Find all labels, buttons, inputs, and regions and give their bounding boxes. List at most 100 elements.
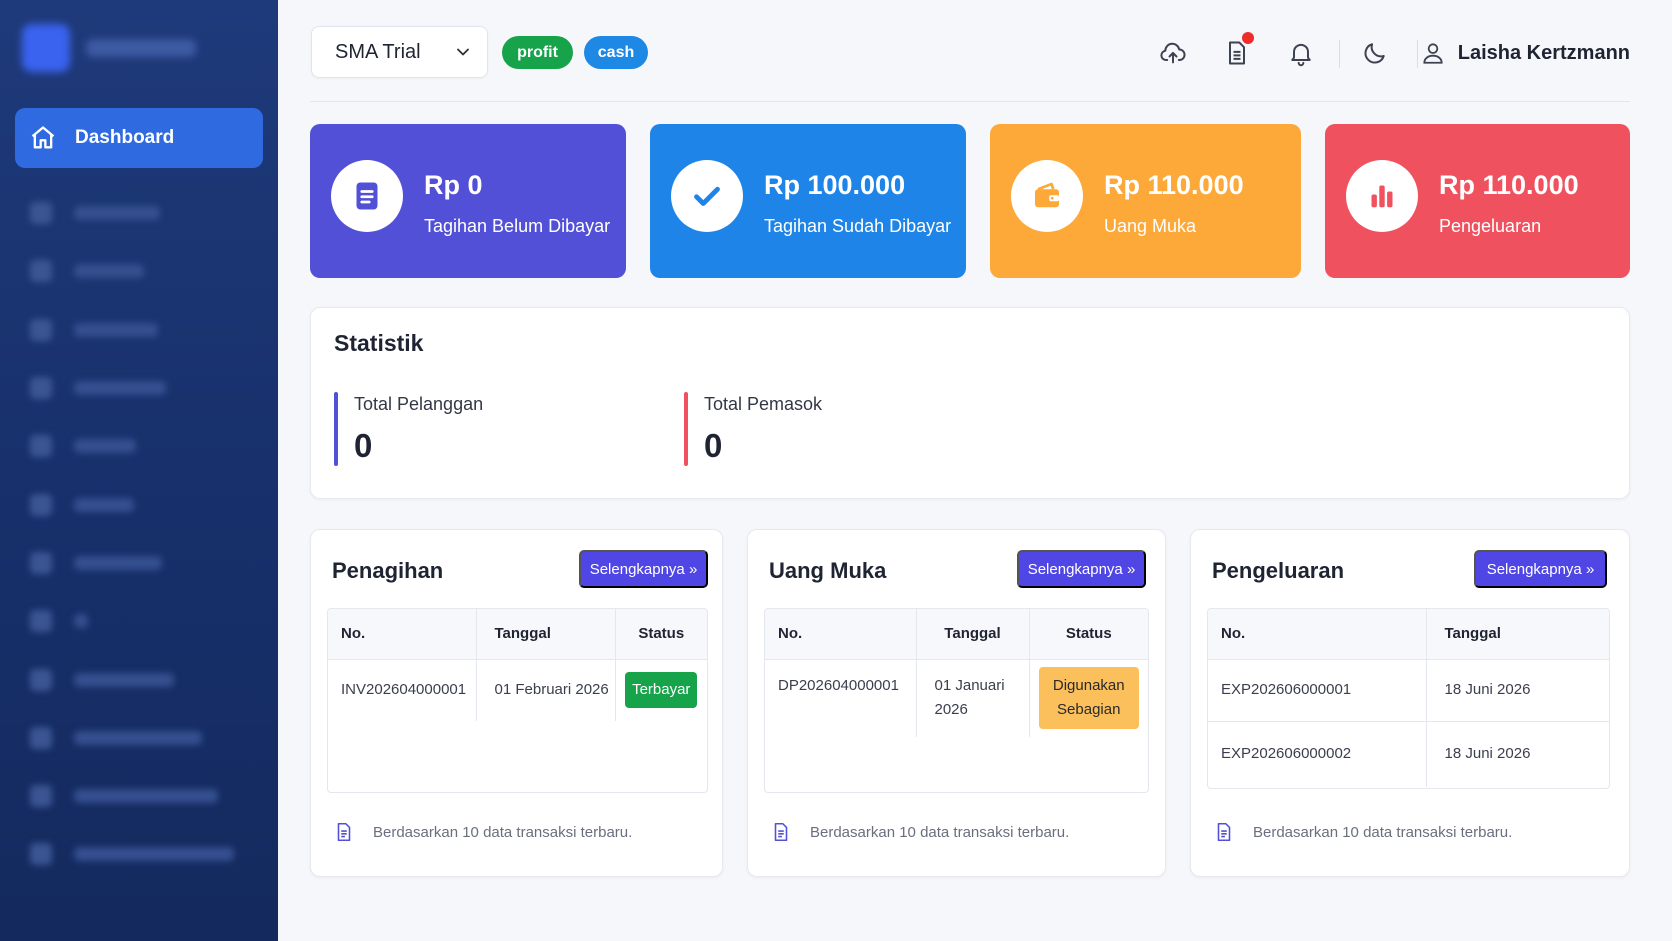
user-name: Laisha Kertzmann <box>1457 41 1630 64</box>
card-label: Tagihan Sudah Dibayar <box>764 216 952 236</box>
billing-more-button[interactable]: Selengkapnya » <box>579 550 708 588</box>
menu-icon <box>30 551 52 574</box>
panel-footer-note: Berdasarkan 10 data transaksi terbaru. <box>770 821 1069 843</box>
profit-pill[interactable]: profit <box>502 36 573 69</box>
cloud-upload-icon[interactable] <box>1158 38 1188 68</box>
status-badge-line: Sebagian <box>1057 701 1121 719</box>
sidebar-item-label <box>74 264 144 279</box>
column-header: Tanggal <box>476 609 616 660</box>
home-icon <box>31 126 55 149</box>
card-unpaid-bills[interactable]: Rp 0 Tagihan Belum Dibayar <box>310 124 626 278</box>
document-icon <box>1217 822 1231 842</box>
card-paid-bills[interactable]: Rp 100.000 Tagihan Sudah Dibayar <box>650 124 966 278</box>
status-badge: Terbayar <box>625 672 698 709</box>
school-select-value: SMA Trial <box>335 40 421 63</box>
sidebar-item[interactable] <box>30 184 234 242</box>
stat-label: Total Pelanggan <box>354 394 484 414</box>
sidebar-item[interactable] <box>30 767 234 825</box>
sidebar-item[interactable] <box>30 301 234 359</box>
stat-value: 0 <box>354 427 373 464</box>
sidebar-item[interactable] <box>30 359 234 417</box>
sidebar-item-label <box>74 789 218 804</box>
cell-date: 18 Juni 2026 <box>1444 745 1531 763</box>
sidebar-item[interactable] <box>30 709 234 767</box>
menu-icon <box>30 668 52 691</box>
cell-date: 01 Februari 2026 <box>476 659 616 721</box>
cash-pill[interactable]: cash <box>584 36 648 69</box>
card-expenses[interactable]: Rp 110.000 Pengeluaran <box>1325 124 1630 278</box>
sidebar-item-label <box>74 555 162 570</box>
table-header-row: No. Tanggal Status <box>765 609 1148 660</box>
card-icon-circle <box>1011 160 1083 232</box>
cell-status: Terbayar <box>615 659 707 721</box>
menu-icon <box>30 260 52 283</box>
down-payment-table: No. Tanggal Status DP202604000001 01 Jan… <box>764 608 1149 793</box>
column-header: Tanggal <box>916 609 1030 660</box>
sidebar-item-label <box>74 206 160 221</box>
sidebar-item-label <box>74 322 158 337</box>
card-icon-circle <box>331 160 403 232</box>
card-amount: Rp 0 <box>424 170 483 200</box>
billing-table: No. Tanggal Status INV202604000001 01 Fe… <box>327 608 708 793</box>
sidebar-item-label <box>74 381 166 396</box>
header-divider <box>1339 40 1340 68</box>
table-row[interactable]: INV202604000001 01 Februari 2026 Terbaya… <box>328 659 707 721</box>
document-icon <box>337 822 351 842</box>
card-label: Tagihan Belum Dibayar <box>424 216 611 236</box>
table-row[interactable]: EXP202606000002 18 Juni 2026 <box>1208 721 1609 787</box>
cell-number: EXP202606000002 <box>1208 721 1427 787</box>
cell-date-line: 01 Januari <box>934 677 1005 695</box>
bell-icon[interactable] <box>1286 38 1316 68</box>
menu-icon <box>30 318 52 341</box>
sidebar-item[interactable] <box>30 242 234 300</box>
menu-icon <box>30 202 52 225</box>
cell-number: INV202604000001 <box>328 659 477 721</box>
card-icon-circle <box>671 160 743 232</box>
table-row[interactable]: EXP202606000001 18 Juni 2026 <box>1208 659 1609 721</box>
cell-number: DP202604000001 <box>765 659 917 737</box>
menu-icon <box>30 610 52 633</box>
stat-total-suppliers: Total Pemasok 0 <box>684 392 822 466</box>
sidebar-item[interactable] <box>30 650 234 708</box>
sidebar-item[interactable] <box>30 475 234 533</box>
document-icon <box>356 182 378 210</box>
sidebar-item-label <box>74 497 134 512</box>
column-header: Status <box>615 609 707 660</box>
card-icon-circle <box>1346 160 1418 232</box>
sidebar-item[interactable] <box>30 592 234 650</box>
cell-date-line: 2026 <box>934 701 968 719</box>
down-payment-panel: Uang Muka Selengkapnya » No. Tanggal Sta… <box>747 529 1166 877</box>
document-icon <box>774 822 788 842</box>
menu-icon <box>30 843 52 866</box>
table-filler <box>328 721 707 792</box>
down-payment-more-button[interactable]: Selengkapnya » <box>1017 550 1146 588</box>
expenses-more-button[interactable]: Selengkapnya » <box>1474 550 1607 588</box>
table-row[interactable]: DP202604000001 01 Januari 2026 Digunakan… <box>765 659 1148 737</box>
stat-value: 0 <box>704 427 723 464</box>
moon-icon[interactable] <box>1360 38 1390 68</box>
brand[interactable] <box>22 24 196 72</box>
panel-title: Pengeluaran <box>1212 558 1345 583</box>
cell-number: EXP202606000001 <box>1208 659 1427 721</box>
cell-date: 01 Januari 2026 <box>916 659 1030 737</box>
user-menu[interactable]: Laisha Kertzmann <box>1420 36 1630 70</box>
document-icon[interactable] <box>1222 32 1254 68</box>
header-divider <box>1417 40 1418 68</box>
school-select[interactable]: SMA Trial <box>311 26 488 78</box>
card-down-payment[interactable]: Rp 110.000 Uang Muka <box>990 124 1301 278</box>
column-header: No. <box>765 609 917 660</box>
sidebar-item-label: Dashboard <box>75 127 175 148</box>
sidebar-item[interactable] <box>30 825 234 883</box>
status-badge: Digunakan Sebagian <box>1038 667 1139 730</box>
bar-chart-icon <box>1371 185 1393 208</box>
brand-logo <box>22 24 70 72</box>
column-header: No. <box>328 609 477 660</box>
sidebar-item[interactable] <box>30 417 234 475</box>
sidebar-item-dashboard[interactable]: Dashboard <box>15 108 263 168</box>
footer-note-text: Berdasarkan 10 data transaksi terbaru. <box>810 823 1070 841</box>
sidebar-item-label <box>74 672 174 687</box>
column-header: No. <box>1208 609 1427 660</box>
cell-date: 18 Juni 2026 <box>1444 681 1531 698</box>
sidebar-item[interactable] <box>30 534 234 592</box>
column-header: Status <box>1029 609 1148 660</box>
